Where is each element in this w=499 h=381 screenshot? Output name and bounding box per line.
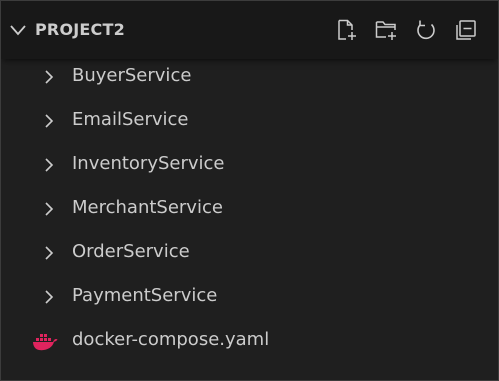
tree-item-label: BuyerService bbox=[72, 65, 192, 86]
chevron-right-icon bbox=[45, 290, 54, 304]
tree-item-label: OrderService bbox=[72, 241, 190, 262]
tree-item-label: PaymentService bbox=[72, 285, 218, 306]
tree-folder-buyerservice[interactable]: BuyerService bbox=[1, 55, 498, 99]
chevron-right-icon bbox=[45, 158, 54, 172]
new-file-button[interactable] bbox=[331, 15, 361, 45]
file-tree: BuyerService EmailService InventoryServi… bbox=[1, 55, 498, 363]
collapse-all-button[interactable] bbox=[451, 15, 481, 45]
chevron-down-icon[interactable] bbox=[7, 19, 29, 41]
docker-icon bbox=[33, 334, 58, 351]
tree-folder-emailservice[interactable]: EmailService bbox=[1, 99, 498, 143]
section-header[interactable]: PROJECT2 bbox=[1, 1, 498, 59]
tree-item-label: EmailService bbox=[72, 109, 189, 130]
chevron-right-icon bbox=[45, 246, 54, 260]
tree-item-label: InventoryService bbox=[72, 153, 225, 174]
refresh-icon bbox=[417, 20, 435, 40]
collapse-all-icon bbox=[456, 20, 476, 40]
new-file-icon bbox=[338, 19, 356, 40]
tree-item-label: MerchantService bbox=[72, 197, 223, 218]
tree-folder-merchantservice[interactable]: MerchantService bbox=[1, 187, 498, 231]
explorer-panel: PROJECT2 BuyerService EmailService Inven… bbox=[0, 0, 499, 381]
tree-folder-paymentservice[interactable]: PaymentService bbox=[1, 275, 498, 319]
new-folder-button[interactable] bbox=[371, 15, 401, 45]
tree-folder-orderservice[interactable]: OrderService bbox=[1, 231, 498, 275]
refresh-button[interactable] bbox=[411, 15, 441, 45]
tree-folder-inventoryservice[interactable]: InventoryService bbox=[1, 143, 498, 187]
chevron-right-icon bbox=[45, 202, 54, 216]
section-title: PROJECT2 bbox=[35, 20, 125, 39]
tree-item-label: docker-compose.yaml bbox=[72, 329, 270, 350]
chevron-right-icon bbox=[45, 70, 54, 84]
new-folder-icon bbox=[375, 21, 396, 40]
chevron-right-icon bbox=[45, 114, 54, 128]
tree-file-docker-compose[interactable]: docker-compose.yaml bbox=[1, 319, 498, 363]
